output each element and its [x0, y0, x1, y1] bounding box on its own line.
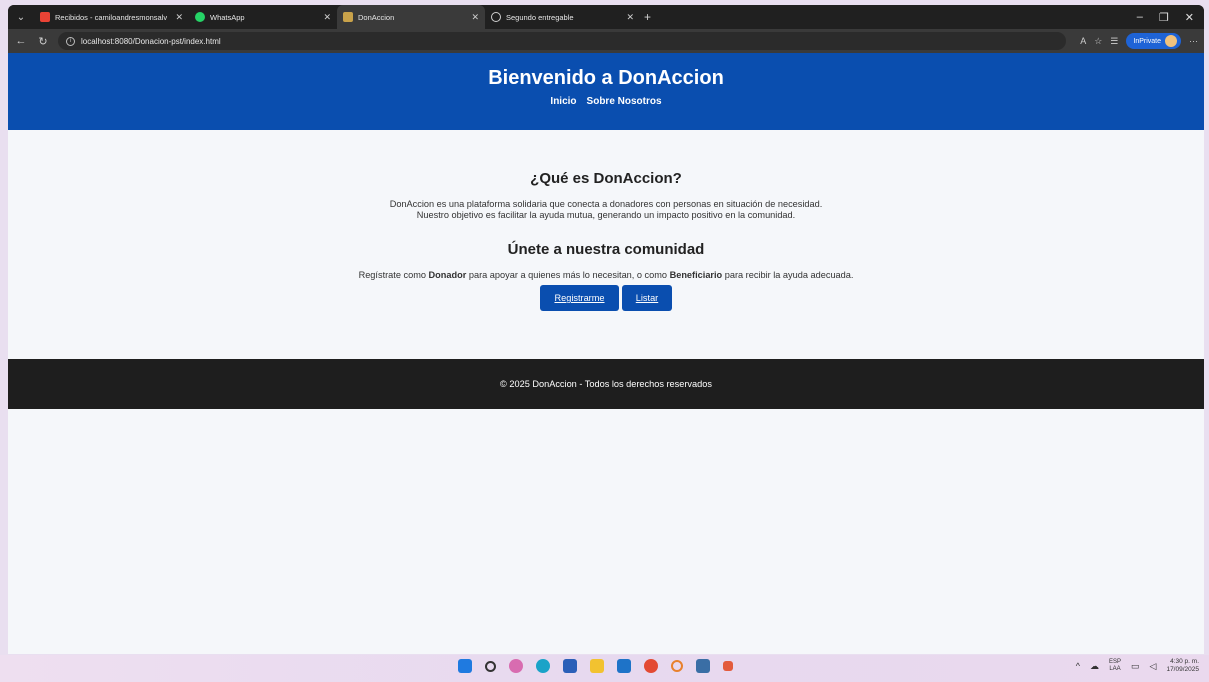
- language-indicator[interactable]: ESP LAA: [1109, 659, 1121, 673]
- tab-segundo-entregable[interactable]: Segundo entregable ✕: [485, 5, 640, 29]
- avatar: [1165, 35, 1177, 47]
- windows-start-icon[interactable]: [458, 659, 472, 673]
- clock-time: 4:30 p. m.: [1170, 658, 1199, 665]
- action-buttons: Registrarme Listar: [8, 285, 1204, 311]
- tab-title: Recibidos - camiloandresmonsalv: [55, 12, 168, 22]
- description-line-2: Nuestro objetivo es facilitar la ayuda m…: [416, 210, 796, 220]
- star-icon[interactable]: ☆: [1094, 36, 1102, 47]
- page-viewport: Bienvenido a DonAccion Inicio Sobre Noso…: [8, 53, 1204, 654]
- gmail-icon: [40, 12, 50, 22]
- network-icon[interactable]: ▭: [1131, 661, 1140, 672]
- tab-title: DonAccion: [358, 12, 395, 22]
- search-icon[interactable]: [485, 660, 496, 672]
- join-text-donador: Donador: [428, 270, 467, 280]
- tab-actions-chevron-down-icon[interactable]: ⌄: [8, 5, 34, 29]
- site-favicon-icon: [343, 12, 353, 22]
- app-icon-2[interactable]: [723, 661, 733, 671]
- window-controls: – ❐ ✕: [1137, 5, 1200, 29]
- taskbar: ^ ☁ ESP LAA ▭ ◁ 4:30 p. m. 17/09/2025: [0, 655, 1209, 682]
- nav-link-inicio[interactable]: Inicio: [550, 96, 576, 107]
- lang-top: ESP: [1109, 659, 1122, 665]
- browser-window: ⌄ Recibidos - camiloandresmonsalv ✕ What…: [8, 5, 1204, 654]
- tab-close-icon[interactable]: ✕: [471, 12, 479, 23]
- footer-text: © 2025 DonAccion - Todos los derechos re…: [500, 379, 712, 389]
- inprivate-badge[interactable]: InPrivate: [1126, 33, 1181, 49]
- join-text-c: para recibir la ayuda adecuada.: [722, 270, 854, 280]
- description-line-1: DonAccion es una plataforma solidaria qu…: [389, 199, 823, 209]
- taskbar-apps: [458, 659, 733, 673]
- restore-icon[interactable]: ❐: [1159, 11, 1169, 24]
- info-icon[interactable]: i: [66, 36, 75, 46]
- tab-title: WhatsApp: [210, 12, 245, 22]
- join-text: Regístrate como Donador para apoyar a qu…: [8, 270, 1204, 280]
- app-icon[interactable]: [671, 660, 683, 672]
- address-bar[interactable]: i localhost:8080/Donacion-pst/index.html: [58, 32, 1066, 50]
- globe-icon: [491, 12, 501, 22]
- minimize-icon[interactable]: –: [1137, 11, 1143, 23]
- join-text-b: para apoyar a quienes más lo necesitan, …: [466, 270, 670, 280]
- main-content: ¿Qué es DonAccion? DonAccion es una plat…: [8, 170, 1204, 311]
- join-text-a: Regístrate como: [358, 270, 429, 280]
- section-heading-que-es: ¿Qué es DonAccion?: [530, 170, 682, 187]
- more-icon[interactable]: ···: [1189, 36, 1198, 46]
- tab-whatsapp[interactable]: WhatsApp ✕: [189, 5, 337, 29]
- back-arrow-icon[interactable]: ←: [12, 35, 30, 47]
- site-header: Bienvenido a DonAccion Inicio Sobre Noso…: [8, 53, 1204, 130]
- join-text-beneficiario: Beneficiario: [669, 270, 723, 280]
- favorites-icon[interactable]: ☰: [1110, 36, 1118, 47]
- edge-icon[interactable]: [536, 659, 550, 673]
- browser-toolbar: ← ↻ i localhost:8080/Donacion-pst/index.…: [8, 29, 1204, 53]
- whatsapp-icon: [195, 12, 205, 22]
- volume-icon[interactable]: ◁: [1150, 661, 1157, 672]
- site-footer: © 2025 DonAccion - Todos los derechos re…: [8, 359, 1204, 409]
- inprivate-label: InPrivate: [1133, 37, 1161, 45]
- tab-close-icon[interactable]: ✕: [626, 12, 634, 23]
- close-window-icon[interactable]: ✕: [1185, 11, 1194, 24]
- toolbar-actions: A ☆ ☰ InPrivate ···: [1080, 33, 1204, 49]
- chrome-icon[interactable]: [644, 659, 658, 673]
- file-explorer-icon[interactable]: [590, 659, 604, 673]
- section-description: DonAccion es una plataforma solidaria qu…: [8, 199, 1204, 221]
- read-aloud-icon[interactable]: A: [1080, 36, 1086, 46]
- tab-donaccion[interactable]: DonAccion ✕: [337, 5, 485, 29]
- reload-icon[interactable]: ↻: [34, 35, 52, 48]
- new-tab-button[interactable]: +: [644, 10, 651, 24]
- cloud-icon[interactable]: ☁: [1090, 661, 1099, 672]
- lang-bottom: LAA: [1109, 666, 1121, 672]
- section-heading-unete: Únete a nuestra comunidad: [507, 241, 705, 258]
- outlook-icon[interactable]: [617, 659, 631, 673]
- site-nav: Inicio Sobre Nosotros: [8, 96, 1204, 107]
- tab-close-icon[interactable]: ✕: [175, 12, 183, 23]
- clock[interactable]: 4:30 p. m. 17/09/2025: [1166, 658, 1199, 674]
- tab-title: Segundo entregable: [506, 12, 574, 22]
- copilot-icon[interactable]: [509, 659, 523, 673]
- list-button[interactable]: Listar: [622, 285, 672, 311]
- page-title: Bienvenido a DonAccion: [488, 67, 724, 89]
- tab-gmail[interactable]: Recibidos - camiloandresmonsalv ✕: [34, 5, 189, 29]
- database-icon[interactable]: [696, 659, 710, 673]
- tab-strip: ⌄ Recibidos - camiloandresmonsalv ✕ What…: [8, 5, 1204, 29]
- tab-close-icon[interactable]: ✕: [323, 12, 331, 23]
- url-text: localhost:8080/Donacion-pst/index.html: [81, 36, 221, 46]
- nav-link-sobre-nosotros[interactable]: Sobre Nosotros: [587, 96, 662, 107]
- store-icon[interactable]: [563, 659, 577, 673]
- chevron-up-icon[interactable]: ^: [1076, 661, 1080, 671]
- clock-date: 17/09/2025: [1166, 666, 1199, 673]
- system-tray: ^ ☁ ESP LAA ▭ ◁ 4:30 p. m. 17/09/2025: [1076, 658, 1199, 674]
- register-button[interactable]: Registrarme: [540, 285, 619, 311]
